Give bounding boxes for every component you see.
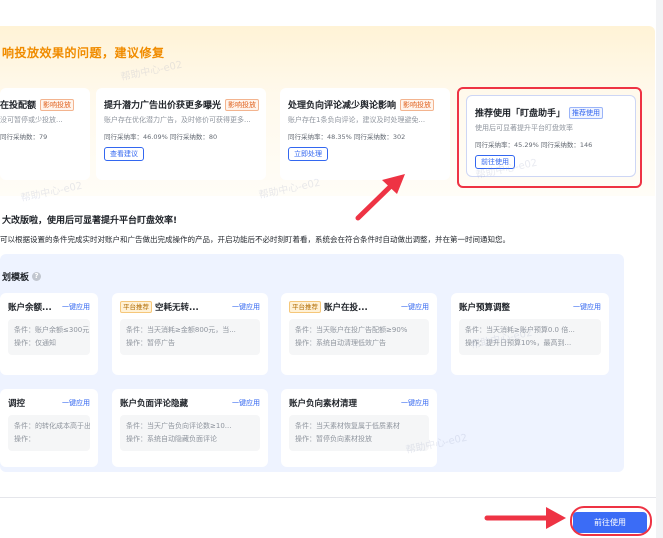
template-operation: 操作： (14, 435, 35, 443)
template-title: 账户余额... (8, 303, 52, 313)
template-rule: 条件：当天消耗≥金额800元，当... 操作：暂停广告 (120, 319, 260, 355)
template-card-control[interactable]: 调控 一键应用 条件：的转化成本高于出... 操作： (0, 389, 98, 467)
template-condition: 条件：当天广告负向评论数≥10... (126, 422, 232, 430)
scrollbar-track[interactable] (656, 0, 663, 538)
rec-card-title: 提升潜力广告出价获更多曝光 (104, 101, 222, 111)
template-card-clean-material[interactable]: 账户负向素材清理 一键应用 条件：当天素材恢复属于低质素材 操作：暂停负向素材投… (281, 389, 437, 467)
highlight-annotation-ring (570, 506, 652, 536)
rec-card-desc: 没可暂停或少投放... (0, 116, 63, 124)
rec-card-title: 处理负向评论减少舆论影响 (288, 101, 397, 111)
template-header-label: 划模板 (2, 273, 30, 283)
section-desc: 可以根据设置的条件完成实时对账户和广告做出完成操作的产品，开启功能后不必时刻盯着… (0, 235, 510, 244)
apply-button[interactable]: 一键应用 (401, 302, 429, 312)
template-condition: 条件：账户余额≤300元... (14, 326, 90, 334)
template-condition: 条件：当天素材恢复属于低质素材 (295, 422, 400, 430)
section-title: 大改版啦，使用后可显著提升平台盯盘效率! (2, 216, 178, 226)
apply-button[interactable]: 一键应用 (62, 398, 90, 408)
template-operation: 操作：系统自动清理低效广告 (295, 339, 386, 347)
template-title: 账户预算调整 (459, 303, 511, 313)
template-operation: 操作：系统自动隐藏负面评论 (126, 435, 217, 443)
template-title: 账户负向素材清理 (289, 399, 358, 409)
template-card-active-ads[interactable]: 平台推荐 账户在投... 一键应用 条件：当天账户在投广告配额≥90% 操作：系… (281, 293, 437, 375)
question-circle-icon[interactable]: ? (32, 272, 42, 281)
rec-card-stats: 同行采纳率：48.35% 同行采纳数：302 (288, 133, 406, 141)
handle-now-button[interactable]: 立即处理 (288, 147, 328, 161)
template-card-balance[interactable]: 账户余额... 一键应用 条件：账户余额≤300元... 操作：仅通知 (0, 293, 98, 375)
template-rule: 条件：账户余额≤300元... 操作：仅通知 (8, 319, 90, 355)
template-rule: 条件：的转化成本高于出... 操作： (8, 415, 90, 451)
template-rule: 条件：当天素材恢复属于低质素材 操作：暂停负向素材投放 (289, 415, 429, 451)
template-header: 划模板 ? (2, 270, 42, 283)
impact-tag: 影响投放 (400, 98, 435, 111)
platform-recommend-tag: 平台推荐 (120, 301, 152, 313)
apply-button[interactable]: 一键应用 (232, 398, 260, 408)
rec-card-stats: 同行采纳率：46.09% 同行采纳数：80 (104, 133, 218, 141)
apply-button[interactable]: 一键应用 (62, 302, 90, 312)
template-rule: 条件：当天账户在投广告配额≥90% 操作：系统自动清理低效广告 (289, 319, 429, 355)
rec-card-desc: 账户存在优化潜力广告，及时修价可获得更多... (104, 116, 251, 124)
rec-card-stats: 同行采纳数：79 (0, 133, 48, 141)
top-bar (0, 0, 663, 20)
template-condition: 条件：当天账户在投广告配额≥90% (295, 326, 408, 334)
template-condition: 条件：当天消耗≥金额800元，当... (126, 326, 236, 334)
rec-card-desc: 账户存在1条负向评论，建议及时处理避免... (288, 116, 426, 124)
template-operation: 操作：提升日预算10%，最高到... (465, 339, 572, 347)
impact-tag: 影响投放 (40, 98, 75, 111)
page: 响投放效果的问题，建议修复 在投配额 影响投放 没可暂停或少投放... 同行采纳… (0, 0, 663, 538)
rec-card-comments[interactable]: 处理负向评论减少舆论影响 影响投放 账户存在1条负向评论，建议及时处理避免...… (280, 88, 450, 180)
footer-divider (0, 497, 663, 498)
template-title: 账户在投... (324, 303, 368, 313)
platform-recommend-tag: 平台推荐 (289, 301, 321, 313)
apply-button[interactable]: 一键应用 (232, 302, 260, 312)
rec-card-quota[interactable]: 在投配额 影响投放 没可暂停或少投放... 同行采纳数：79 (0, 88, 90, 180)
template-operation: 操作：仅通知 (14, 339, 56, 347)
template-condition: 条件：的转化成本高于出... (14, 422, 90, 430)
rec-card-bid[interactable]: 提升潜力广告出价获更多曝光 影响投放 账户存在优化潜力广告，及时修价可获得更多.… (96, 88, 266, 180)
template-rule: 条件：当天广告负向评论数≥10... 操作：系统自动隐藏负面评论 (120, 415, 260, 451)
banner-title: 响投放效果的问题，建议修复 (2, 46, 165, 60)
template-operation: 操作：暂停广告 (126, 339, 175, 347)
rec-card-title: 在投配额 (0, 101, 37, 111)
template-rule: 条件：当天消耗≥账户预算0.0 倍... 操作：提升日预算10%，最高到... (459, 319, 601, 355)
template-condition: 条件：当天消耗≥账户预算0.0 倍... (465, 326, 575, 334)
template-title: 账户负面评论隐藏 (120, 399, 189, 409)
template-title: 空耗无转... (155, 303, 199, 313)
view-suggestion-button[interactable]: 查看建议 (104, 147, 144, 161)
template-card-budget[interactable]: 账户预算调整 一键应用 条件：当天消耗≥账户预算0.0 倍... 操作：提升日预… (451, 293, 609, 375)
apply-button[interactable]: 一键应用 (401, 398, 429, 408)
apply-button[interactable]: 一键应用 (573, 302, 601, 312)
impact-tag: 影响投放 (225, 98, 260, 111)
highlight-annotation-box (457, 87, 642, 188)
template-card-idle-spend[interactable]: 平台推荐 空耗无转... 一键应用 条件：当天消耗≥金额800元，当... 操作… (112, 293, 268, 375)
template-operation: 操作：暂停负向素材投放 (295, 435, 372, 443)
template-card-hide-negative[interactable]: 账户负面评论隐藏 一键应用 条件：当天广告负向评论数≥10... 操作：系统自动… (112, 389, 268, 467)
template-title: 调控 (8, 399, 26, 409)
